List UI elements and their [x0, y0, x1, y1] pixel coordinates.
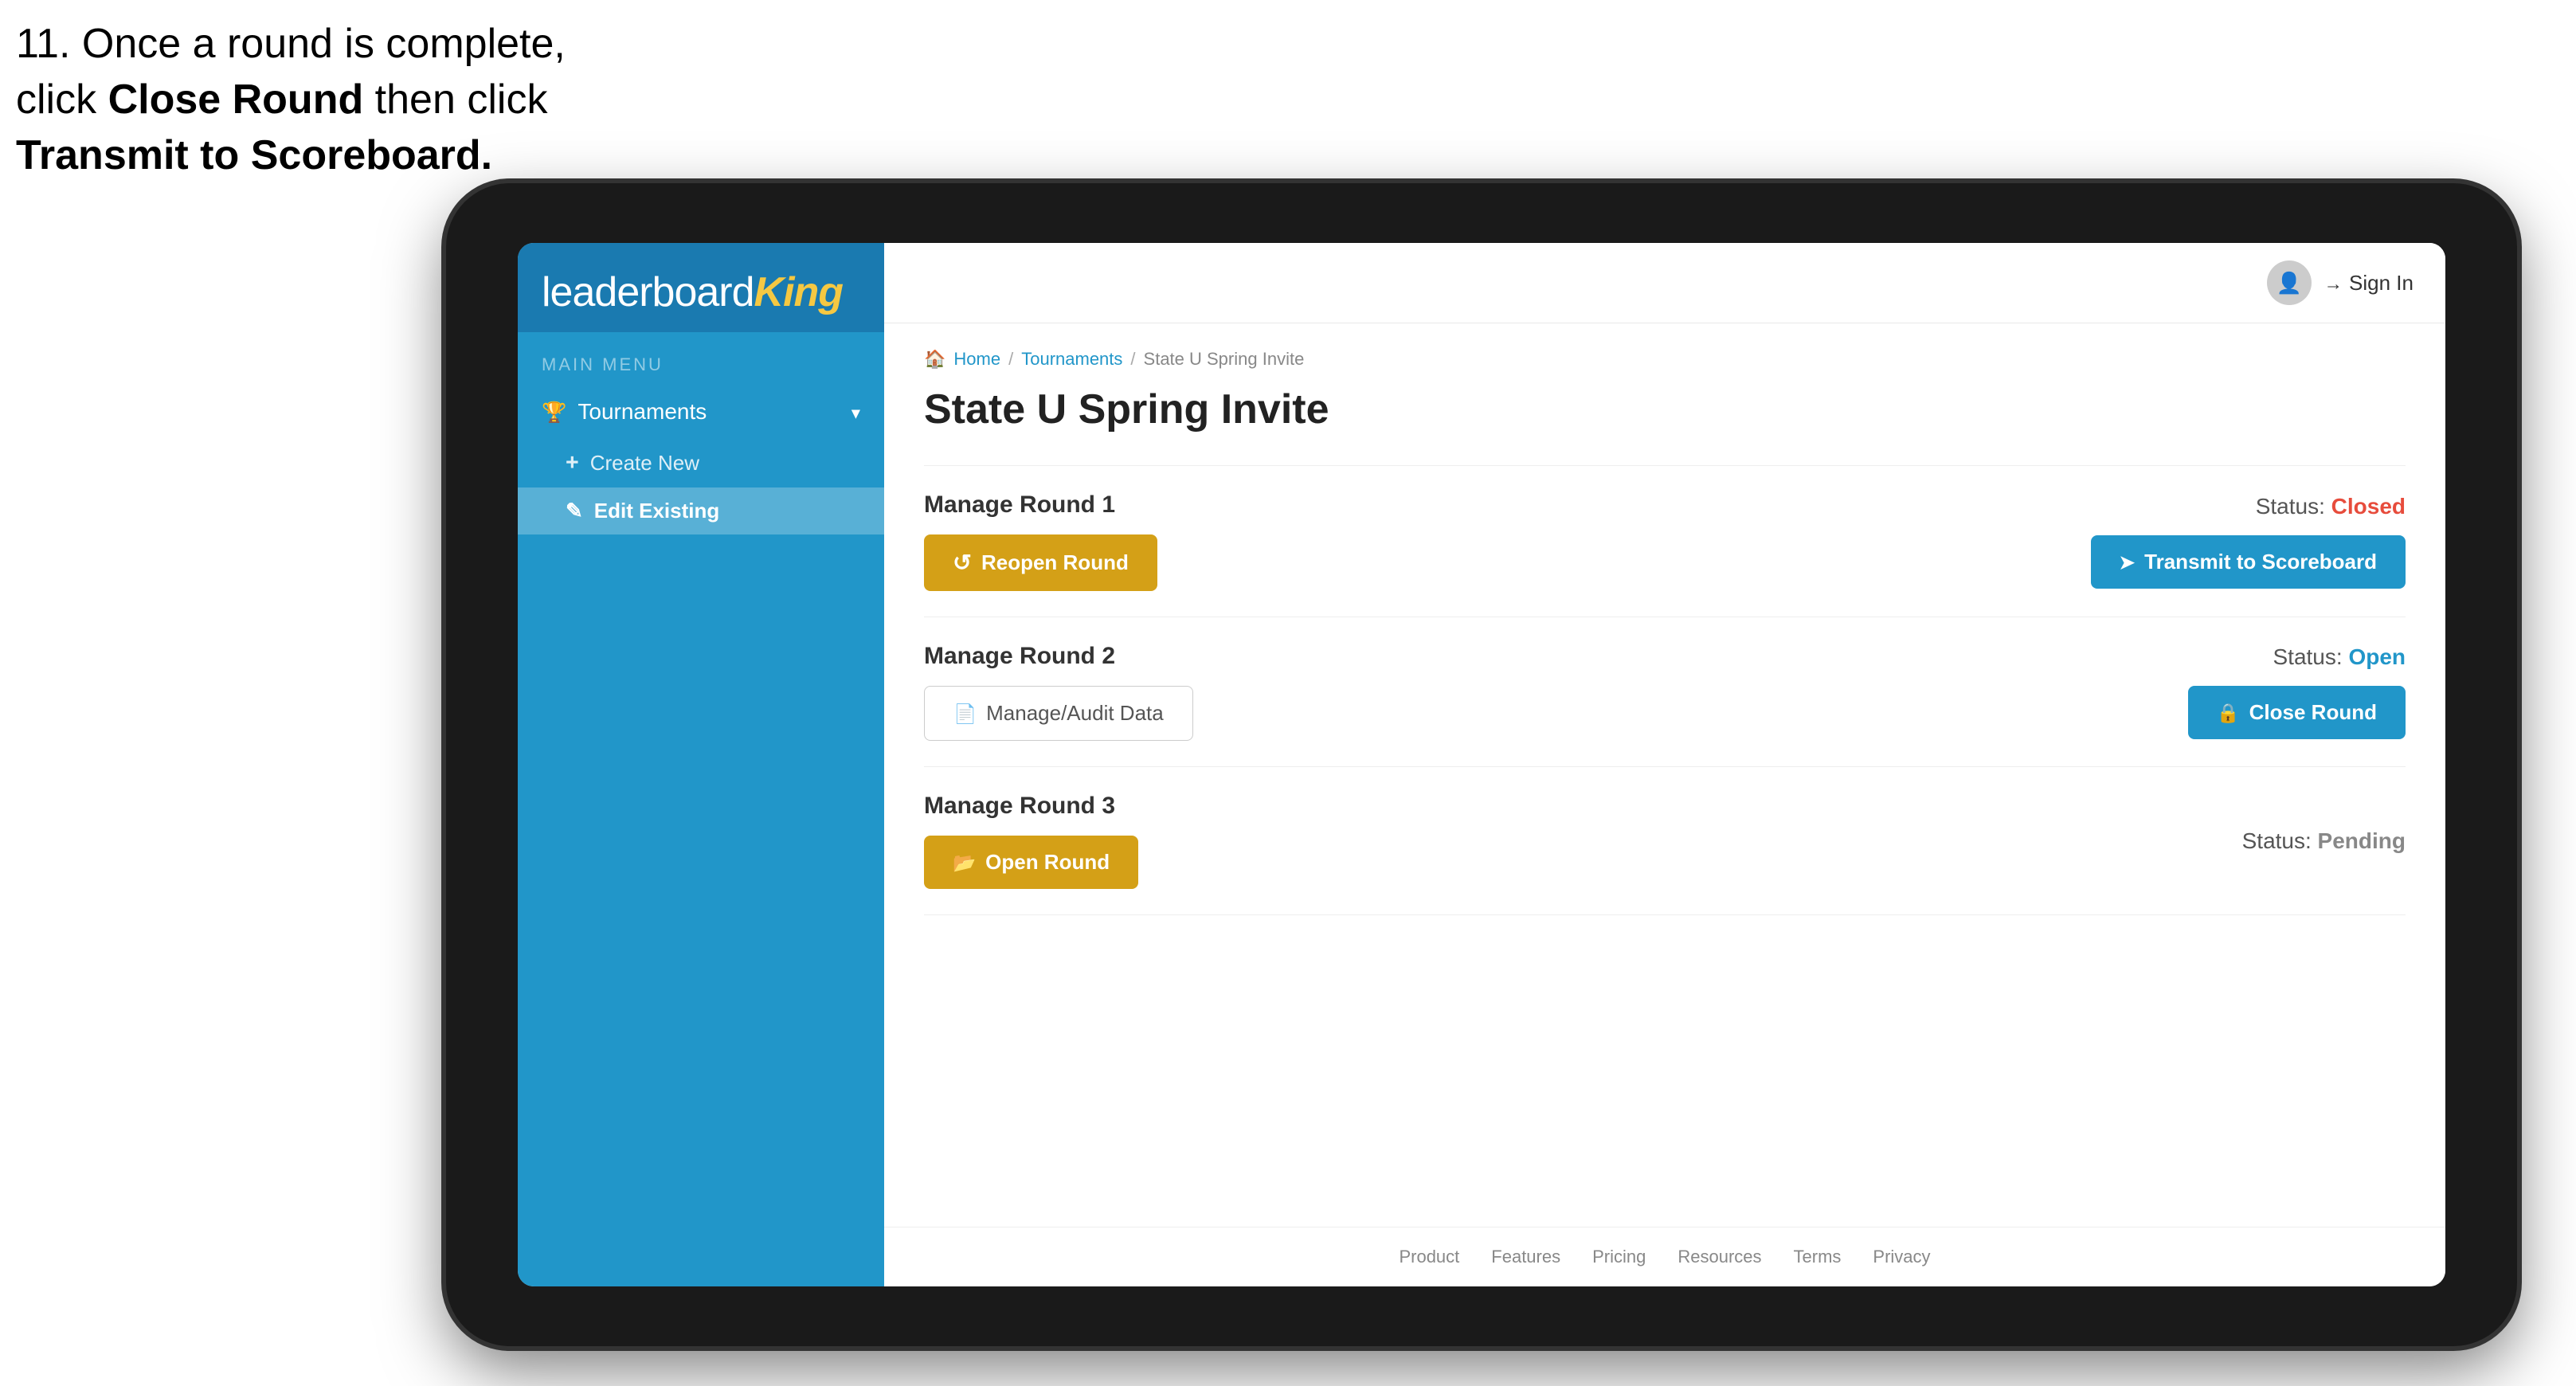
round-2-section: Manage Round 2 Manage/Audit Data Status:… — [924, 617, 2406, 766]
content-area: 🏠 Home / Tournaments / State U Spring In… — [884, 323, 2445, 1227]
close-round-label: Close Round — [2249, 700, 2377, 725]
round-2-status: Status: Open — [2273, 644, 2406, 670]
tablet-shell: leaderboardKing MAIN MENU Tournaments Cr… — [446, 183, 2517, 1346]
trophy-icon — [542, 399, 566, 425]
round-1-status-value: Closed — [2331, 494, 2406, 519]
footer-terms[interactable]: Terms — [1794, 1247, 1842, 1267]
breadcrumb-home-icon: 🏠 — [924, 349, 945, 370]
edit-existing-label: Edit Existing — [594, 499, 719, 523]
footer-privacy[interactable]: Privacy — [1873, 1247, 1930, 1267]
footer-resources[interactable]: Resources — [1678, 1247, 1761, 1267]
round-2-title: Manage Round 2 — [924, 643, 1193, 670]
sign-in-label: Sign In — [2349, 271, 2414, 296]
round-3-right: Status: Pending — [2242, 828, 2406, 854]
breadcrumb-tournaments-link[interactable]: Tournaments — [1021, 349, 1122, 370]
page-title: State U Spring Invite — [924, 386, 2406, 433]
footer-pricing[interactable]: Pricing — [1592, 1247, 1646, 1267]
chevron-down-icon — [851, 399, 860, 425]
breadcrumb: 🏠 Home / Tournaments / State U Spring In… — [924, 349, 2406, 370]
app-layout: leaderboardKing MAIN MENU Tournaments Cr… — [518, 243, 2445, 1286]
sidebar: leaderboardKing MAIN MENU Tournaments Cr… — [518, 243, 884, 1286]
transmit-icon — [2120, 550, 2136, 574]
top-nav: Sign In — [884, 243, 2445, 323]
sign-in-button[interactable]: Sign In — [2324, 271, 2414, 296]
breadcrumb-sep1: / — [1008, 349, 1013, 370]
close-round-button[interactable]: Close Round — [2188, 686, 2406, 739]
round-2-left: Manage Round 2 Manage/Audit Data — [924, 643, 1193, 741]
signin-arrow-icon — [2324, 271, 2343, 296]
transmit-scoreboard-button[interactable]: Transmit to Scoreboard — [2091, 535, 2406, 589]
instruction-bold1: Close Round — [108, 76, 364, 123]
round-1-title: Manage Round 1 — [924, 491, 1157, 519]
footer: Product Features Pricing Resources Terms… — [884, 1227, 2445, 1286]
breadcrumb-home-link[interactable]: Home — [953, 349, 1000, 370]
manage-audit-label: Manage/Audit Data — [986, 701, 1164, 726]
round-1-right: Status: Closed Transmit to Scoreboard — [2091, 494, 2406, 589]
round-2-status-value: Open — [2348, 644, 2406, 669]
sidebar-item-tournaments[interactable]: Tournaments — [518, 385, 884, 439]
round-3-status-value: Pending — [2318, 828, 2406, 853]
avatar — [2267, 260, 2312, 305]
logo: leaderboardKing — [542, 272, 860, 313]
reopen-icon — [953, 549, 972, 577]
round-1-left: Manage Round 1 Reopen Round — [924, 491, 1157, 591]
round-1-section: Manage Round 1 Reopen Round Status: Clos… — [924, 465, 2406, 617]
doc-icon — [953, 701, 977, 726]
logo-leaderboard: leaderboard — [542, 269, 754, 315]
user-icon — [2276, 271, 2301, 296]
instruction-line2: click — [16, 76, 108, 123]
sidebar-item-create-new[interactable]: Create New — [518, 439, 884, 487]
round-1-status: Status: Closed — [2256, 494, 2406, 519]
round-3-title: Manage Round 3 — [924, 793, 1138, 820]
instruction-text: 11. Once a round is complete, click Clos… — [16, 16, 566, 184]
sign-in-area: Sign In — [2267, 260, 2414, 305]
open-round-button[interactable]: Open Round — [924, 836, 1138, 889]
transmit-scoreboard-label: Transmit to Scoreboard — [2144, 550, 2377, 574]
sidebar-item-edit-existing[interactable]: Edit Existing — [518, 487, 884, 534]
round-3-status: Status: Pending — [2242, 828, 2406, 854]
breadcrumb-current: State U Spring Invite — [1144, 349, 1305, 370]
close-icon — [2217, 700, 2240, 725]
round-3-section: Manage Round 3 Open Round Status: Pendin… — [924, 766, 2406, 915]
logo-king: King — [754, 269, 844, 315]
sidebar-tournaments-label: Tournaments — [577, 399, 707, 425]
footer-features[interactable]: Features — [1491, 1247, 1560, 1267]
plus-icon — [566, 450, 579, 476]
reopen-round-button[interactable]: Reopen Round — [924, 534, 1157, 591]
create-new-label: Create New — [590, 451, 699, 476]
tablet-screen: leaderboardKing MAIN MENU Tournaments Cr… — [518, 243, 2445, 1286]
open-icon — [953, 850, 976, 875]
instruction-line3: then click — [363, 76, 547, 123]
footer-product[interactable]: Product — [1399, 1247, 1459, 1267]
logo-area: leaderboardKing — [518, 243, 884, 332]
instruction-bold2: Transmit to Scoreboard. — [16, 132, 492, 178]
breadcrumb-sep2: / — [1130, 349, 1135, 370]
main-menu-label: MAIN MENU — [518, 332, 884, 385]
open-round-label: Open Round — [985, 850, 1110, 875]
edit-icon — [566, 499, 583, 523]
main-content: Sign In 🏠 Home / Tournaments / State U S… — [884, 243, 2445, 1286]
reopen-round-label: Reopen Round — [981, 550, 1129, 575]
round-2-right: Status: Open Close Round — [2188, 644, 2406, 739]
manage-audit-button[interactable]: Manage/Audit Data — [924, 686, 1193, 741]
round-3-left: Manage Round 3 Open Round — [924, 793, 1138, 889]
instruction-line1: 11. Once a round is complete, — [16, 21, 566, 67]
